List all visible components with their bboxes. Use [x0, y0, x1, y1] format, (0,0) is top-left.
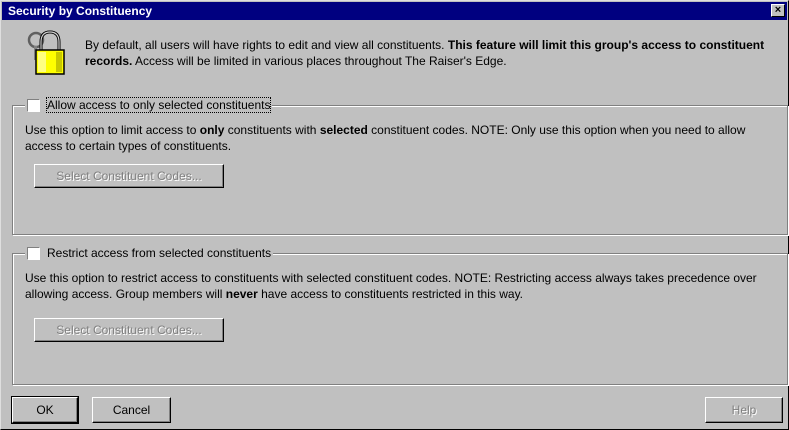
dialog-title: Security by Constituency: [8, 4, 153, 18]
allow-access-checkbox[interactable]: Allow access to only selected constituen…: [25, 97, 273, 113]
security-dialog: Security by Constituency × By default, a…: [0, 0, 789, 430]
allow-access-group: Allow access to only selected constituen…: [12, 97, 788, 235]
restrict-access-description: Use this option to restrict access to co…: [25, 270, 785, 302]
help-button[interactable]: Help: [705, 397, 783, 423]
desc-bold: only: [199, 123, 225, 137]
restrict-access-group: Restrict access from selected constituen…: [12, 245, 788, 385]
intro-text: By default, all users will have rights t…: [85, 37, 775, 69]
desc-part: Use this option to limit access to: [25, 123, 200, 137]
lock-keys-icon: [27, 30, 65, 75]
intro-text-part: By default, all users will have rights t…: [85, 38, 448, 52]
intro-text-part: Access will be limited in various places…: [132, 54, 507, 68]
cancel-button[interactable]: Cancel: [92, 397, 171, 423]
desc-part: have access to constituents restricted i…: [257, 287, 524, 301]
restrict-access-label[interactable]: Restrict access from selected constituen…: [47, 246, 271, 260]
desc-part: constituents with: [224, 123, 320, 137]
close-icon: ×: [774, 4, 782, 16]
checkbox-box[interactable]: [27, 246, 40, 260]
select-constituent-codes-button[interactable]: Select Constituent Codes...: [34, 318, 224, 342]
allow-access-description: Use this option to limit access to only …: [25, 122, 785, 154]
select-constituent-codes-button[interactable]: Select Constituent Codes...: [34, 164, 224, 188]
checkbox-box[interactable]: [27, 98, 40, 112]
desc-bold: never: [225, 287, 258, 301]
ok-button[interactable]: OK: [11, 396, 79, 424]
allow-access-label[interactable]: Allow access to only selected constituen…: [45, 97, 272, 113]
desc-bold: selected: [319, 123, 368, 137]
restrict-access-checkbox[interactable]: Restrict access from selected constituen…: [25, 245, 274, 261]
close-button[interactable]: ×: [771, 4, 785, 17]
title-bar: Security by Constituency ×: [2, 2, 787, 20]
